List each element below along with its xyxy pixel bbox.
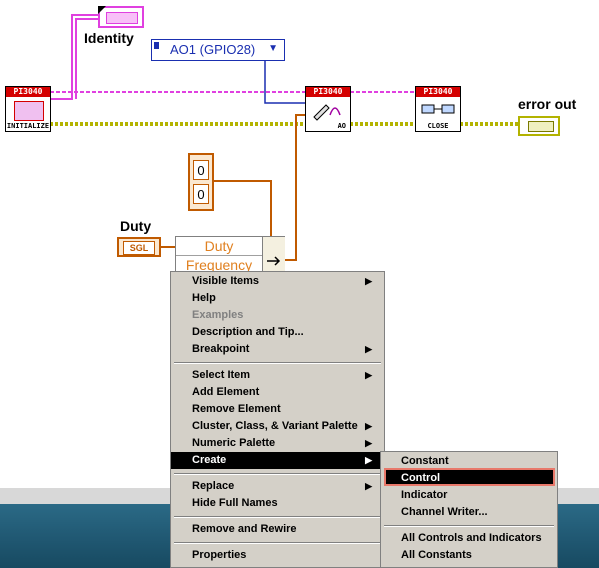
menu-item-label: Create bbox=[192, 454, 227, 466]
menu-item-help[interactable]: Help bbox=[171, 290, 384, 307]
menu-item-label: Remove Element bbox=[192, 403, 281, 415]
menu-item-create[interactable]: Create ▶ bbox=[171, 452, 384, 469]
menu-item-label: Control bbox=[401, 472, 441, 484]
menu-item-breakpoint[interactable]: Breakpoint ▶ bbox=[171, 341, 384, 358]
submenu-arrow-icon: ▶ bbox=[365, 438, 372, 448]
vi-header: PI3040 bbox=[6, 87, 50, 97]
menu-item-label: Constant bbox=[401, 455, 449, 467]
menu-item-remove-element[interactable]: Remove Element bbox=[171, 401, 384, 418]
vi-caption: CLOSE bbox=[427, 122, 449, 130]
submenu-arrow-icon: ▶ bbox=[365, 370, 372, 380]
menu-item-label: Breakpoint bbox=[192, 343, 250, 355]
menu-item-all-controls-and-indicators[interactable]: All Controls and Indicators bbox=[381, 530, 557, 547]
menu-item-label: All Controls and Indicators bbox=[401, 532, 542, 544]
submenu-arrow-icon: ▶ bbox=[365, 276, 372, 286]
create-submenu: Constant Control Indicator Channel Write… bbox=[380, 451, 558, 568]
error-out-label: error out bbox=[518, 96, 577, 112]
menu-separator bbox=[174, 362, 381, 364]
menu-item-label: Channel Writer... bbox=[401, 506, 488, 518]
menu-item-label: Properties bbox=[192, 549, 247, 561]
menu-item-remove-and-rewire[interactable]: Remove and Rewire bbox=[171, 521, 384, 538]
bundle-input-terminal[interactable] bbox=[262, 237, 285, 271]
menu-item-label: Description and Tip... bbox=[192, 326, 304, 338]
menu-item-label: Select Item bbox=[192, 369, 251, 381]
numeric-constant[interactable]: 0 bbox=[193, 184, 209, 204]
menu-separator bbox=[384, 525, 554, 527]
menu-item-select-item[interactable]: Select Item ▶ bbox=[171, 367, 384, 384]
menu-item-label: Replace bbox=[192, 480, 235, 492]
menu-item-examples: Examples bbox=[171, 307, 384, 324]
duty-control[interactable]: SGL bbox=[117, 237, 161, 257]
menu-item-channel-writer[interactable]: Channel Writer... bbox=[381, 504, 557, 521]
bundle-by-name[interactable]: Duty Frequency bbox=[175, 236, 285, 272]
menu-item-visible-items[interactable]: Visible Items ▶ bbox=[171, 273, 384, 290]
menu-item-all-constants[interactable]: All Constants bbox=[381, 547, 557, 564]
gpio-channel-ring[interactable]: AO1 (GPIO28) ▼ bbox=[151, 39, 285, 61]
menu-item-label: Hide Full Names bbox=[192, 497, 278, 509]
menu-item-label: All Constants bbox=[401, 549, 472, 561]
write-ao-vi[interactable]: PI3040 AO bbox=[305, 86, 351, 132]
duty-label: Duty bbox=[120, 218, 152, 234]
menu-item-label: Examples bbox=[192, 309, 244, 321]
close-vi[interactable]: PI3040 CLOSE bbox=[415, 86, 461, 132]
menu-separator bbox=[174, 473, 381, 475]
menu-item-numeric-palette[interactable]: Numeric Palette ▶ bbox=[171, 435, 384, 452]
menu-separator bbox=[174, 542, 381, 544]
numeric-constant[interactable]: 0 bbox=[193, 160, 209, 180]
menu-item-properties[interactable]: Properties bbox=[171, 547, 384, 564]
menu-item-add-element[interactable]: Add Element bbox=[171, 384, 384, 401]
close-plug-icon bbox=[421, 104, 455, 114]
identity-label: Identity bbox=[84, 30, 134, 46]
menu-item-constant[interactable]: Constant bbox=[381, 453, 557, 470]
cluster-constant[interactable]: 0 0 bbox=[188, 153, 214, 211]
bundle-element[interactable]: Frequency bbox=[176, 257, 262, 271]
ring-wire bbox=[264, 61, 305, 104]
pencil-wave-icon bbox=[313, 104, 341, 121]
menu-item-hide-full-names[interactable]: Hide Full Names bbox=[171, 495, 384, 512]
menu-item-cluster-class-variant-palette[interactable]: Cluster, Class, & Variant Palette ▶ bbox=[171, 418, 384, 435]
menu-separator bbox=[174, 516, 381, 518]
menu-item-label: Remove and Rewire bbox=[192, 523, 297, 535]
menu-item-control[interactable]: Control bbox=[381, 470, 557, 487]
vi-header: PI3040 bbox=[306, 87, 350, 97]
error-out-indicator[interactable] bbox=[518, 116, 560, 136]
submenu-arrow-icon: ▶ bbox=[365, 344, 372, 354]
initialize-vi[interactable]: PI3040 INITIALIZE bbox=[5, 86, 51, 132]
vi-caption: INITIALIZE bbox=[6, 122, 50, 130]
submenu-arrow-icon: ▶ bbox=[365, 481, 372, 491]
menu-item-label: Numeric Palette bbox=[192, 437, 276, 449]
context-menu: Visible Items ▶ Help Examples Description… bbox=[170, 271, 385, 568]
dropdown-arrow-icon[interactable]: ▼ bbox=[268, 43, 278, 54]
menu-item-label: Help bbox=[192, 292, 216, 304]
init-icon bbox=[14, 101, 44, 121]
menu-item-replace[interactable]: Replace ▶ bbox=[171, 478, 384, 495]
submenu-arrow-icon: ▶ bbox=[365, 455, 372, 465]
menu-item-label: Visible Items bbox=[192, 275, 260, 287]
menu-item-label: Cluster, Class, & Variant Palette bbox=[192, 420, 358, 432]
vi-header: PI3040 bbox=[416, 87, 460, 97]
ring-value: AO1 (GPIO28) bbox=[170, 42, 256, 57]
menu-item-label: Indicator bbox=[401, 489, 448, 501]
vi-caption: AO bbox=[337, 122, 346, 130]
menu-item-indicator[interactable]: Indicator bbox=[381, 487, 557, 504]
ring-decrement-icon bbox=[154, 42, 159, 49]
identity-indicator[interactable] bbox=[98, 6, 144, 28]
bundle-element[interactable]: Duty bbox=[176, 237, 262, 256]
menu-item-label: Add Element bbox=[192, 386, 260, 398]
submenu-arrow-icon: ▶ bbox=[365, 421, 372, 431]
sgl-type-label: SGL bbox=[123, 241, 155, 255]
menu-item-description-and-tip[interactable]: Description and Tip... bbox=[171, 324, 384, 341]
